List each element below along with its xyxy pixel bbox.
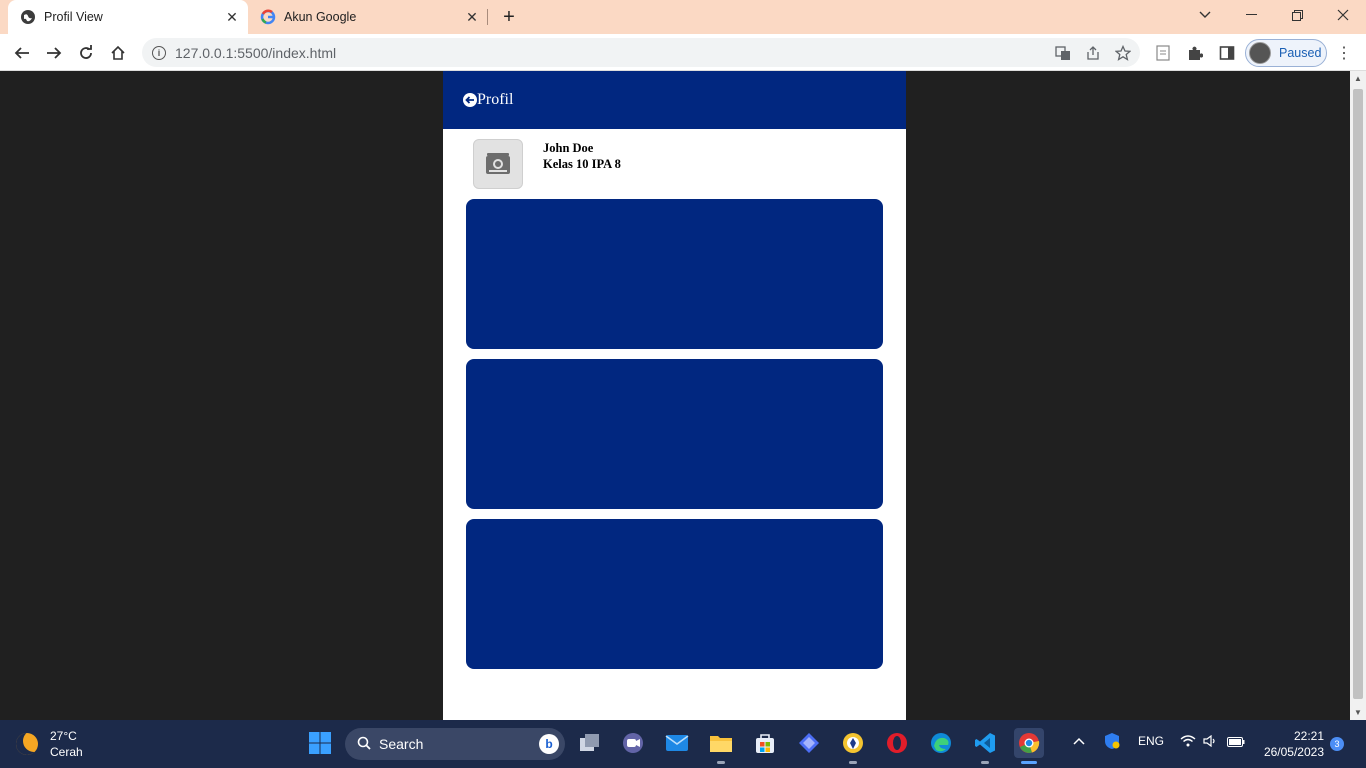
opera-icon[interactable] [882,728,912,758]
clock-date: 26/05/2023 [1263,745,1324,759]
globe-icon [20,9,36,25]
site-info-icon[interactable]: i [152,45,166,60]
weather-temperature: 27°C [50,729,77,743]
reader-mode-icon[interactable] [1153,43,1173,63]
bing-icon[interactable]: b [539,734,559,754]
taskbar-search[interactable]: Search b [345,728,565,760]
user-details: John Doe Kelas 10 IPA 8 [543,140,621,189]
security-shield-icon[interactable] [1104,732,1120,753]
url-text[interactable]: 127.0.0.1:5500/index.html [175,45,336,61]
restore-icon[interactable] [1274,0,1320,30]
show-hidden-icons-chevron-icon[interactable] [1073,734,1085,748]
file-explorer-icon[interactable] [706,728,736,764]
profile-page: Profil John Doe Kelas 10 IPA 8 [443,71,906,720]
user-name: John Doe [543,141,594,155]
tab-divider [487,9,488,25]
vscode-icon[interactable] [970,728,1000,764]
notification-badge[interactable]: 3 [1330,737,1344,751]
side-panel-icon[interactable] [1217,43,1237,63]
scroll-down-arrow-icon[interactable]: ▼ [1354,708,1362,717]
avatar-placeholder[interactable] [473,139,523,189]
bookmark-star-icon[interactable] [1114,44,1132,62]
reload-icon[interactable] [72,39,100,67]
clock-time: 22:21 [1293,729,1324,743]
close-tab-icon[interactable]: ✕ [462,7,482,27]
scrollbar-thumb[interactable] [1353,89,1363,699]
mail-icon[interactable] [662,728,692,758]
tab-profil-view[interactable]: Profil View ✕ [8,0,248,34]
extensions-puzzle-icon[interactable] [1185,43,1205,63]
microsoft-store-icon[interactable] [750,728,780,758]
search-label: Search [379,736,424,752]
power-automate-icon[interactable] [794,728,824,758]
tab-search-chevron-icon[interactable] [1182,0,1228,30]
task-view-icon[interactable] [575,728,605,758]
weather-widget[interactable]: 27°C Cerah [16,728,83,760]
running-indicator [849,761,857,764]
language-indicator[interactable]: ENG [1138,734,1164,748]
running-indicator [717,761,725,764]
page-title: Profil [477,91,514,108]
profile-status: Paused [1279,46,1322,60]
search-icon [357,736,371,753]
page-viewport: Profil John Doe Kelas 10 IPA 8 [0,71,1350,720]
volume-icon[interactable] [1203,734,1217,750]
close-tab-icon[interactable]: ✕ [222,7,242,27]
edge-icon[interactable] [926,728,956,758]
google-icon [260,9,276,25]
browser-toolbar: i 127.0.0.1:5500/index.html Paused ⋮ [0,34,1366,71]
scroll-up-arrow-icon[interactable]: ▲ [1354,74,1362,83]
system-clock[interactable]: 22:21 26/05/2023 [1258,728,1324,760]
page-header: Profil [443,71,906,129]
windows-start-icon[interactable] [305,728,335,758]
wifi-icon[interactable] [1180,735,1196,750]
vertical-scrollbar[interactable]: ▲ ▼ [1350,71,1366,720]
running-indicator [1021,761,1037,764]
tab-akun-google[interactable]: Akun Google ✕ [250,0,488,34]
content-card[interactable] [466,359,883,509]
minimize-icon[interactable] [1228,0,1274,30]
running-indicator [981,761,989,764]
content-card[interactable] [466,519,883,669]
tab-title: Akun Google [284,10,357,24]
user-class: Kelas 10 IPA 8 [543,157,621,171]
profile-button[interactable]: Paused [1245,39,1327,67]
forward-arrow-icon[interactable] [40,39,68,67]
close-window-icon[interactable] [1320,0,1366,30]
browser-tab-strip: Profil View ✕ Akun Google ✕ + [0,0,1366,34]
share-icon[interactable] [1084,44,1102,62]
user-info: John Doe Kelas 10 IPA 8 [473,139,621,189]
new-tab-plus-icon[interactable]: + [498,6,520,28]
translate-icon[interactable] [1054,44,1072,62]
moon-weather-icon [16,733,38,755]
vpn-browser-icon[interactable] [838,728,868,764]
avatar [1249,42,1271,64]
chrome-icon[interactable] [1014,728,1044,764]
weather-description: Cerah [50,745,83,759]
more-menu-icon[interactable]: ⋮ [1336,43,1352,63]
tab-title: Profil View [44,10,103,24]
home-icon[interactable] [104,39,132,67]
back-arrow-icon[interactable] [463,93,477,107]
battery-icon[interactable] [1227,736,1245,750]
camera-icon [486,153,510,174]
teams-chat-icon[interactable] [618,728,648,758]
back-arrow-icon[interactable] [8,39,36,67]
windows-taskbar: 27°C Cerah Search b ENG 22:21 26/05/2023… [0,720,1366,768]
content-card[interactable] [466,199,883,349]
address-bar[interactable]: i 127.0.0.1:5500/index.html [142,38,1140,67]
